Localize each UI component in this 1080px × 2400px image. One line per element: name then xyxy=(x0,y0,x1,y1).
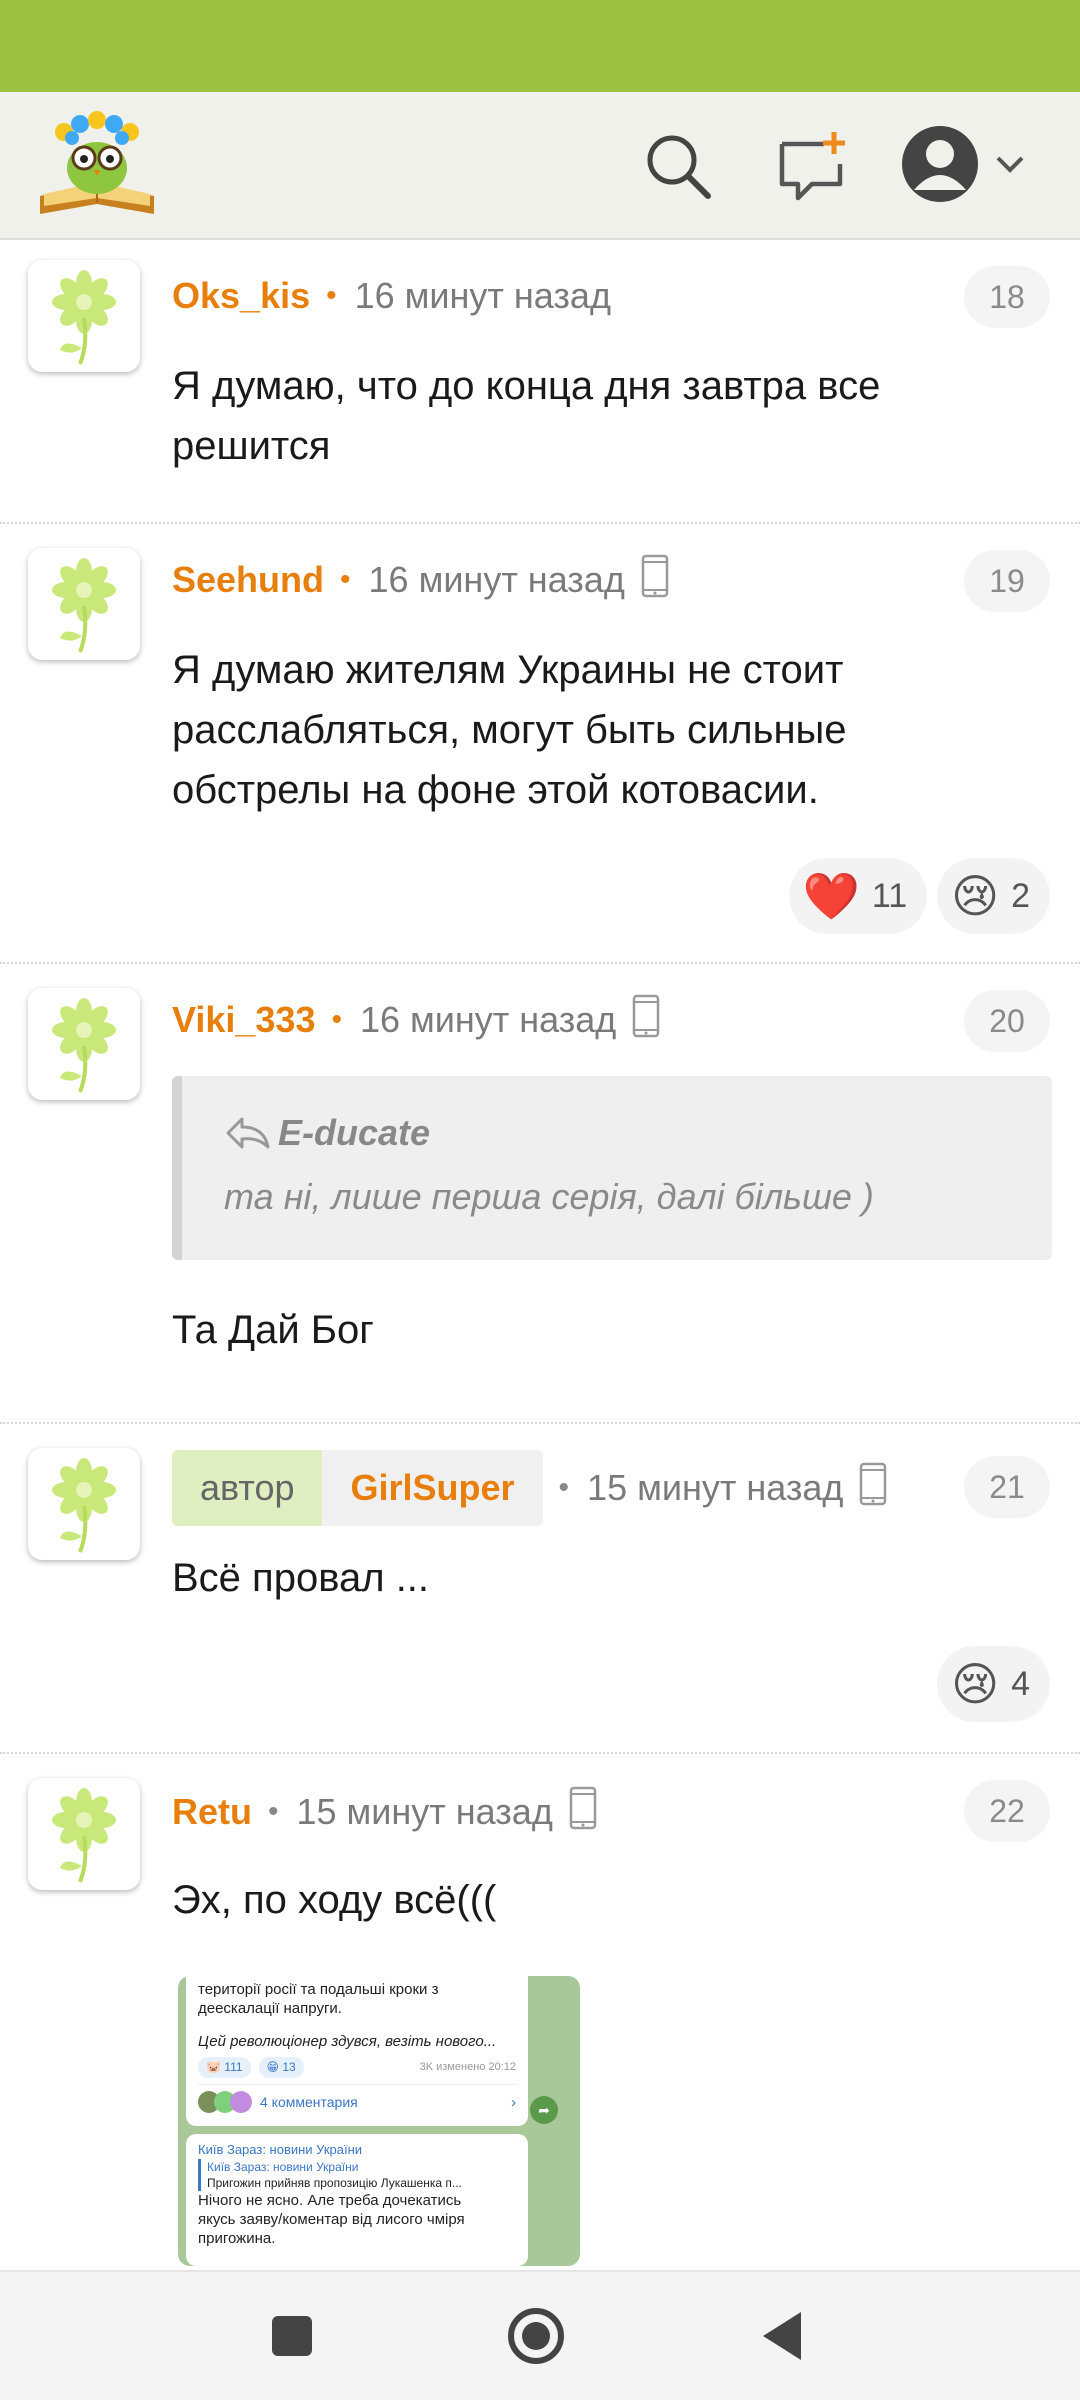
flower-icon xyxy=(52,1788,116,1883)
crying-face-icon: 😢 xyxy=(951,870,1000,922)
comment-item: автор GirlSuper • 15 минут назад 21 Всё … xyxy=(0,1424,1080,1754)
attachment-views: 3K изменено 20:12 xyxy=(419,2061,516,2073)
reply-arrow-icon xyxy=(226,1117,270,1149)
attachment-text: Київ Зараз: новини України xyxy=(198,2142,363,2157)
chevron-right-icon: › xyxy=(511,2093,516,2111)
comment-item: Viki_333 • 16 минут назад 20 E-ducate та… xyxy=(0,964,1080,1424)
quoted-reply[interactable]: E-ducate та ні, лише перша серія, далі б… xyxy=(172,1076,1052,1260)
reactions: ❤️ 11 😢 2 xyxy=(788,858,1050,934)
reaction-count: 4 xyxy=(1011,1664,1030,1703)
attachment-comments-link: 4 комментария xyxy=(260,2093,358,2110)
avatar[interactable] xyxy=(28,548,140,660)
triangle-back-icon[interactable] xyxy=(740,2294,824,2378)
flower-icon xyxy=(52,558,116,653)
new-message-icon[interactable] xyxy=(770,124,854,208)
comment-meta: Oks_kis • 16 минут назад xyxy=(172,272,611,320)
screenshot-reply-bubble: Київ Зараз: новини України Київ Зараз: н… xyxy=(186,2134,528,2266)
comment-number[interactable]: 19 xyxy=(964,550,1050,612)
timestamp[interactable]: 15 минут назад xyxy=(297,1791,553,1833)
mobile-device-icon xyxy=(632,994,660,1047)
crying-face-icon: 😢 xyxy=(951,1658,1000,1710)
user-avatar-icon[interactable] xyxy=(900,120,1050,208)
owl-reading-book-logo[interactable] xyxy=(34,110,160,222)
separator-dot: • xyxy=(268,1795,279,1828)
mobile-device-icon xyxy=(859,1462,887,1515)
separator-dot: • xyxy=(326,279,337,312)
flower-icon xyxy=(52,1458,116,1553)
separator-dot: • xyxy=(340,563,351,596)
comment-meta: автор GirlSuper • 15 минут назад xyxy=(172,1450,887,1526)
status-bar xyxy=(0,0,1080,92)
reaction-cry[interactable]: 😢 4 xyxy=(937,1646,1050,1722)
username[interactable]: Viki_333 xyxy=(172,999,315,1041)
mobile-device-icon xyxy=(569,1786,597,1839)
quote-text: та ні, лише перша серія, далі більше ) xyxy=(224,1176,874,1217)
avatar[interactable] xyxy=(28,1778,140,1890)
timestamp[interactable]: 15 минут назад xyxy=(587,1467,843,1509)
username[interactable]: Oks_kis xyxy=(172,275,310,317)
attachment-text: Київ Зараз: новини України xyxy=(207,2160,359,2174)
comment-item: Seehund • 16 минут назад 19 Я думаю жите… xyxy=(0,524,1080,964)
search-icon[interactable] xyxy=(636,124,720,208)
reaction-count: 11 xyxy=(871,876,908,915)
comment-text: Эх, по ходу всё((( xyxy=(172,1878,497,1922)
attachment-text: якусь заяву/коментар від лисого чміря xyxy=(198,2211,465,2228)
chevron-down-icon xyxy=(996,156,1024,173)
separator-dot: • xyxy=(558,1471,570,1504)
timestamp[interactable]: 16 минут назад xyxy=(360,999,616,1041)
author-badge: автор GirlSuper xyxy=(172,1450,543,1526)
avatar[interactable] xyxy=(28,988,140,1100)
reactions: 😢 4 xyxy=(937,1646,1050,1722)
comment-text: Я думаю, что до конца дня завтра все реш… xyxy=(172,364,881,468)
attachment-text: Пригожин прийняв пропозицію Лукашенка п.… xyxy=(207,2176,462,2190)
comment-text: Всё провал ... xyxy=(172,1556,430,1600)
reaction-heart[interactable]: ❤️ 11 xyxy=(788,858,928,934)
share-icon: ➦ xyxy=(530,2096,558,2124)
quote-author-name: E-ducate xyxy=(278,1112,431,1153)
attachment-text: Нічого не ясно. Але треба дочекатись xyxy=(198,2192,462,2209)
square-icon[interactable] xyxy=(250,2294,334,2378)
reaction-cry[interactable]: 😢 2 xyxy=(937,858,1050,934)
heart-icon: ❤️ xyxy=(802,870,860,922)
author-label: автор xyxy=(172,1450,323,1526)
comment-number[interactable]: 22 xyxy=(964,1780,1050,1842)
screenshot-message-bubble: території росії та подальші кроки з деес… xyxy=(186,1976,528,2126)
app-header xyxy=(0,92,1080,240)
username[interactable]: Seehund xyxy=(172,559,324,601)
separator-dot: • xyxy=(331,1003,342,1036)
comment-text: Я думаю жителям Украины не стоит расслаб… xyxy=(172,648,847,812)
commenter-avatars xyxy=(198,2091,252,2113)
attachment-text: пригожина. xyxy=(198,2230,276,2247)
comment-meta: Viki_333 • 16 минут назад xyxy=(172,994,660,1047)
comment-meta: Seehund • 16 минут назад xyxy=(172,554,669,607)
reaction-count: 2 xyxy=(1011,876,1030,915)
attachment-text: Цей революціонер здувся, везіть нового..… xyxy=(198,2033,497,2050)
comment-number[interactable]: 18 xyxy=(964,266,1050,328)
attachment-text: території росії та подальші кроки з xyxy=(198,1981,439,1998)
username[interactable]: GirlSuper xyxy=(322,1450,543,1526)
comment-item: Oks_kis • 16 минут назад 18 Я думаю, что… xyxy=(0,240,1080,524)
mobile-device-icon xyxy=(641,554,669,607)
comment-text: Та Дай Бог xyxy=(172,1308,374,1352)
comments-feed[interactable]: Oks_kis • 16 минут назад 18 Я думаю, что… xyxy=(0,240,1080,2270)
image-attachment[interactable]: території росії та подальші кроки з деес… xyxy=(178,1976,580,2266)
comment-item: Retu • 15 минут назад 22 Эх, по ходу всё… xyxy=(0,1754,1080,2270)
quote-author: E-ducate xyxy=(224,1112,1052,1154)
flower-icon xyxy=(52,998,116,1093)
attachment-text: деескалації напруги. xyxy=(198,2000,342,2017)
comment-number[interactable]: 21 xyxy=(964,1456,1050,1518)
avatar[interactable] xyxy=(28,1448,140,1560)
attachment-reaction: 😁 13 xyxy=(258,2057,304,2078)
comment-number[interactable]: 20 xyxy=(964,990,1050,1052)
flower-icon xyxy=(52,270,116,365)
system-navigation-bar xyxy=(0,2270,1080,2400)
circle-home-icon[interactable] xyxy=(494,2294,578,2378)
avatar[interactable] xyxy=(28,260,140,372)
attachment-reaction: 🐷 111 xyxy=(198,2057,251,2078)
comment-meta: Retu • 15 минут назад xyxy=(172,1786,597,1839)
username[interactable]: Retu xyxy=(172,1791,252,1833)
timestamp[interactable]: 16 минут назад xyxy=(355,275,611,317)
timestamp[interactable]: 16 минут назад xyxy=(369,559,625,601)
